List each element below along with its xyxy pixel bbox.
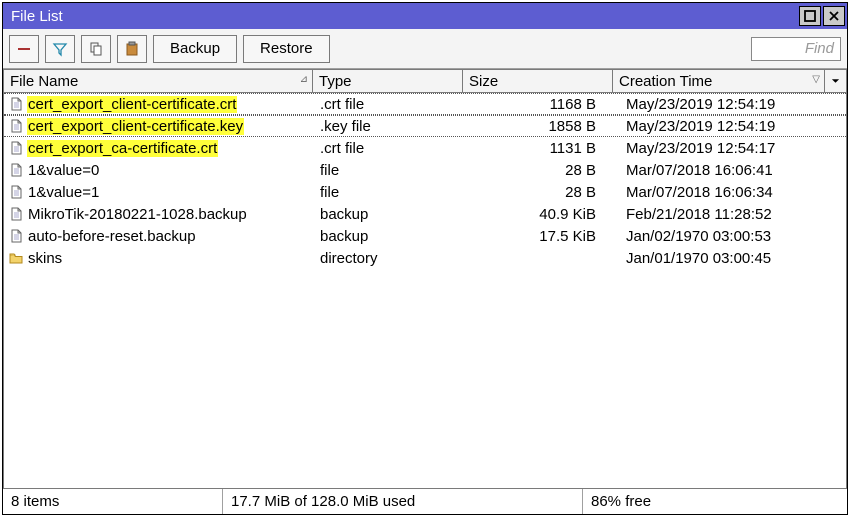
cell-type: directory [314, 250, 464, 267]
cell-creation-time: May/23/2019 12:54:17 [614, 140, 846, 157]
column-label: Creation Time [619, 73, 712, 90]
table-row[interactable]: skins directory Jan/01/1970 03:00:45 [4, 247, 846, 269]
maximize-button[interactable] [799, 6, 821, 26]
restore-button[interactable]: Restore [243, 35, 330, 63]
status-free: 86% free [583, 489, 847, 514]
filename-text: 1&value=0 [27, 162, 100, 179]
cell-type: .crt file [314, 96, 464, 113]
column-label: File Name [10, 73, 78, 90]
filename-text: skins [27, 250, 63, 267]
cell-type: file [314, 184, 464, 201]
cell-type: .key file [314, 118, 464, 135]
file-icon [8, 96, 24, 112]
cell-filename: 1&value=0 [4, 162, 314, 179]
remove-button[interactable] [9, 35, 39, 63]
titlebar: File List [3, 3, 847, 29]
table-row[interactable]: 1&value=1 file28 BMar/07/2018 16:06:34 [4, 181, 846, 203]
filename-text: MikroTik-20180221-1028.backup [27, 206, 248, 223]
cell-creation-time: Mar/07/2018 16:06:34 [614, 184, 846, 201]
table-row[interactable]: cert_export_client-certificate.crt .crt f… [4, 93, 846, 115]
backup-button[interactable]: Backup [153, 35, 237, 63]
file-icon [8, 228, 24, 244]
status-item-count: 8 items [3, 489, 223, 514]
cell-filename: cert_export_client-certificate.key [4, 118, 314, 135]
folder-icon [8, 250, 24, 266]
filter-button[interactable] [45, 35, 75, 63]
find-input[interactable]: Find [751, 37, 841, 61]
file-icon [8, 184, 24, 200]
column-type[interactable]: Type [313, 69, 463, 93]
cell-size: 40.9 KiB [464, 206, 614, 223]
cell-type: backup [314, 228, 464, 245]
cell-type: .crt file [314, 140, 464, 157]
cell-filename: 1&value=1 [4, 184, 314, 201]
toolbar: Backup Restore Find [3, 29, 847, 69]
paste-button[interactable] [117, 35, 147, 63]
filename-text: 1&value=1 [27, 184, 100, 201]
table-row[interactable]: cert_export_client-certificate.key .key f… [4, 115, 846, 137]
cell-size: 1131 B [464, 140, 614, 157]
column-label: Type [319, 73, 352, 90]
cell-creation-time: May/23/2019 12:54:19 [614, 96, 846, 113]
cell-type: backup [314, 206, 464, 223]
column-label: Size [469, 73, 498, 90]
filename-text: auto-before-reset.backup [27, 228, 197, 245]
table-row[interactable]: MikroTik-20180221-1028.backup backup40.9 … [4, 203, 846, 225]
status-bar: 8 items 17.7 MiB of 128.0 MiB used 86% f… [3, 488, 847, 514]
window-title: File List [11, 8, 797, 25]
column-menu-button[interactable] [825, 69, 847, 93]
file-list[interactable]: cert_export_client-certificate.crt .crt f… [3, 93, 847, 488]
cell-creation-time: Jan/01/1970 03:00:45 [614, 250, 846, 267]
table-row[interactable]: 1&value=0 file28 BMar/07/2018 16:06:41 [4, 159, 846, 181]
filelist-window: File List Backup Restore Find File Name … [2, 2, 848, 515]
column-headers: File Name ⊿ Type Size Creation Time ▽ [3, 69, 847, 93]
cell-creation-time: Mar/07/2018 16:06:41 [614, 162, 846, 179]
cell-filename: cert_export_client-certificate.crt [4, 96, 314, 113]
sort-desc-icon: ▽ [812, 74, 820, 85]
copy-button[interactable] [81, 35, 111, 63]
cell-creation-time: Feb/21/2018 11:28:52 [614, 206, 846, 223]
cell-filename: MikroTik-20180221-1028.backup [4, 206, 314, 223]
filename-text: cert_export_ca-certificate.crt [27, 140, 218, 157]
cell-filename: cert_export_ca-certificate.crt [4, 140, 314, 157]
cell-filename: auto-before-reset.backup [4, 228, 314, 245]
cell-size: 28 B [464, 162, 614, 179]
sort-indicator-icon: ⊿ [300, 74, 308, 85]
filename-text: cert_export_client-certificate.crt [27, 96, 237, 113]
column-filename[interactable]: File Name ⊿ [3, 69, 313, 93]
file-icon [8, 162, 24, 178]
close-button[interactable] [823, 6, 845, 26]
column-creation-time[interactable]: Creation Time ▽ [613, 69, 825, 93]
filename-text: cert_export_client-certificate.key [27, 118, 244, 135]
cell-filename: skins [4, 250, 314, 267]
cell-creation-time: May/23/2019 12:54:19 [614, 118, 846, 135]
cell-size: 28 B [464, 184, 614, 201]
cell-size: 1858 B [464, 118, 614, 135]
table-row[interactable]: cert_export_ca-certificate.crt .crt file1… [4, 137, 846, 159]
file-icon [8, 206, 24, 222]
file-icon [8, 140, 24, 156]
file-icon [8, 118, 24, 134]
cell-type: file [314, 162, 464, 179]
column-size[interactable]: Size [463, 69, 613, 93]
cell-size: 1168 B [464, 96, 614, 113]
table-row[interactable]: auto-before-reset.backup backup17.5 KiBJa… [4, 225, 846, 247]
cell-creation-time: Jan/02/1970 03:00:53 [614, 228, 846, 245]
status-disk-usage: 17.7 MiB of 128.0 MiB used [223, 489, 583, 514]
cell-size: 17.5 KiB [464, 228, 614, 245]
